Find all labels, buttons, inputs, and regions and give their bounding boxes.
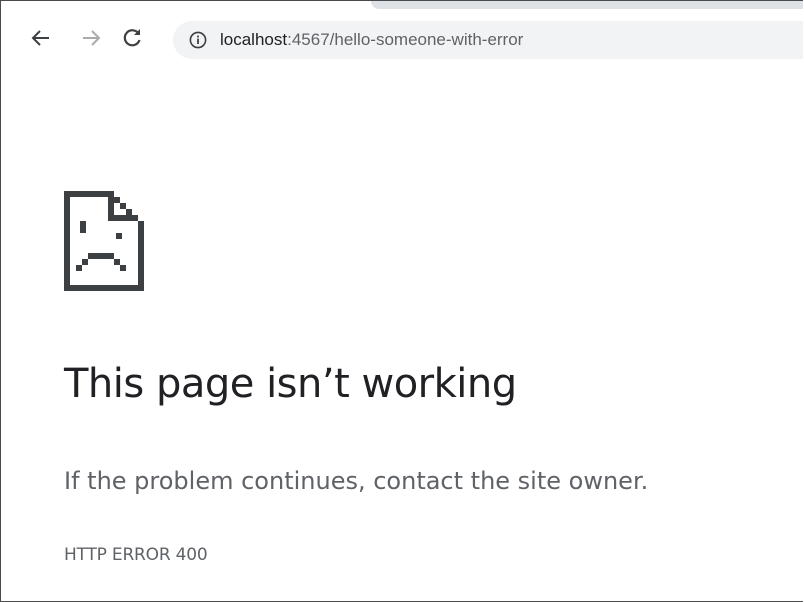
tab-strip-edge [371, 1, 803, 9]
error-code: HTTP ERROR 400 [64, 545, 208, 565]
error-headline: This page isn’t working [64, 361, 517, 407]
url-host: localhost [220, 30, 288, 49]
url-text[interactable]: localhost:4567/hello-someone-with-error [220, 30, 523, 50]
sad-page-icon [64, 191, 144, 291]
browser-window: localhost:4567/hello-someone-with-error [0, 0, 803, 602]
arrow-left-icon [31, 30, 49, 46]
error-message: If the problem continues, contact the si… [64, 467, 649, 495]
forward-button[interactable] [76, 23, 106, 53]
info-circle-icon[interactable] [189, 31, 207, 49]
browser-toolbar: localhost:4567/hello-someone-with-error [1, 1, 803, 79]
reload-icon [123, 29, 141, 47]
address-bar[interactable]: localhost:4567/hello-someone-with-error [173, 21, 803, 59]
reload-button[interactable] [117, 23, 147, 53]
back-button[interactable] [26, 23, 56, 53]
arrow-right-icon [83, 30, 101, 46]
url-path: :4567/hello-someone-with-error [287, 30, 524, 49]
